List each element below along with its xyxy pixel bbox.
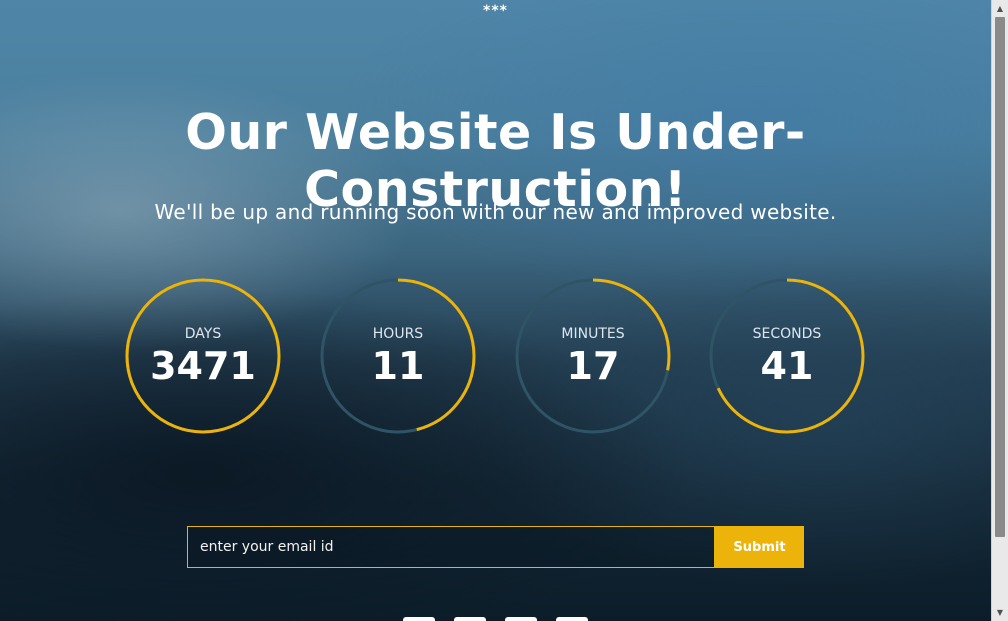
social-icon-4[interactable] [556, 617, 588, 621]
page: *** Our Website Is Under-Construction! W… [0, 0, 991, 621]
hours-label: HOURS [372, 326, 424, 342]
social-icon-3[interactable] [505, 617, 537, 621]
email-input[interactable] [187, 526, 715, 568]
minutes-label: MINUTES [561, 326, 625, 342]
submit-button[interactable]: Submit [715, 526, 804, 568]
top-marker: *** [483, 3, 508, 19]
scroll-up-icon[interactable]: ▲ [992, 0, 1008, 17]
countdown-days: DAYS 3471 [125, 278, 281, 434]
countdown-hours: HOURS 11 [320, 278, 476, 434]
minutes-value: 17 [566, 344, 620, 388]
scroll-down-icon[interactable]: ▼ [992, 604, 1008, 621]
seconds-label: SECONDS [752, 326, 822, 342]
days-value: 3471 [150, 344, 256, 388]
social-icon-1[interactable] [403, 617, 435, 621]
social-icon-2[interactable] [454, 617, 486, 621]
hours-value: 11 [371, 344, 425, 388]
scrollbar-thumb[interactable] [995, 17, 1005, 537]
countdown-minutes: MINUTES 17 [515, 278, 671, 434]
seconds-value: 41 [760, 344, 814, 388]
page-subtitle: We'll be up and running soon with our ne… [154, 200, 837, 224]
days-label: DAYS [184, 326, 222, 342]
subscribe-form: Submit [187, 526, 804, 568]
vertical-scrollbar[interactable]: ▲ ▼ [991, 0, 1008, 621]
countdown-seconds: SECONDS 41 [709, 278, 865, 434]
